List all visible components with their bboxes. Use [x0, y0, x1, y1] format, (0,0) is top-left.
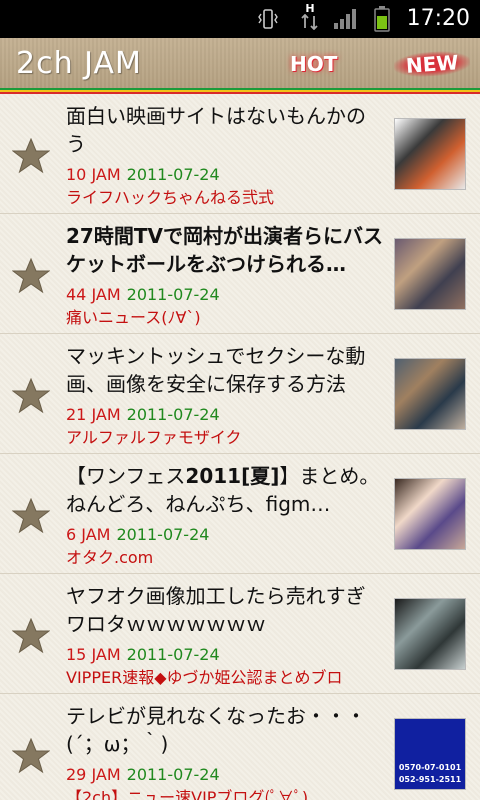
- article-date: 2011-07-24: [126, 645, 220, 664]
- article-meta: 6 JAM 2011-07-24: [66, 525, 209, 545]
- tab-hot[interactable]: HOT: [290, 52, 337, 76]
- article-meta: 15 JAM 2011-07-24: [66, 645, 220, 665]
- signal-icon: [334, 9, 356, 29]
- favorite-star-icon[interactable]: [12, 138, 50, 174]
- article-list[interactable]: 面白い映画サイトはないもんかのう 10 JAM 2011-07-24 ライフハックちゃ…: [0, 94, 480, 800]
- article-row[interactable]: テレビが見れなくなったお・・・(´；ω；｀) 29 JAM 2011-07-24 【2…: [0, 694, 480, 800]
- tab-new[interactable]: NEW: [393, 49, 472, 79]
- article-source[interactable]: 痛いニュース(ﾉ∀`): [66, 308, 384, 328]
- article-source[interactable]: VIPPER速報◆ゆづか姫公認まとめブロ: [66, 668, 384, 688]
- article-meta: 29 JAM 2011-07-24: [66, 765, 220, 785]
- article-thumbnail[interactable]: 0570-07-0101 052-951-2511: [394, 718, 466, 790]
- article-thumbnail[interactable]: [394, 118, 466, 190]
- article-title[interactable]: 27時間TVで岡村が出演者らにバスケットボールをぶつけられる…: [66, 222, 384, 278]
- article-meta: 21 JAM 2011-07-24: [66, 405, 220, 425]
- article-source[interactable]: アルファルファモザイク: [66, 428, 384, 448]
- favorite-star-icon[interactable]: [12, 738, 50, 774]
- article-row[interactable]: 27時間TVで岡村が出演者らにバスケットボールをぶつけられる… 44 JAM 201…: [0, 214, 480, 334]
- article-meta: 44 JAM 2011-07-24: [66, 285, 220, 305]
- article-row[interactable]: マッキントッシュでセクシーな動画、画像を安全に保存する方法 21 JAM 2011-…: [0, 334, 480, 454]
- article-title[interactable]: マッキントッシュでセクシーな動画、画像を安全に保存する方法: [66, 342, 384, 398]
- thumbnail-text: 052-951-2511: [398, 775, 462, 784]
- favorite-star-icon[interactable]: [12, 378, 50, 414]
- favorite-star-icon[interactable]: [12, 258, 50, 294]
- jam-count: 44 JAM: [66, 285, 121, 304]
- jam-count: 15 JAM: [66, 645, 121, 664]
- article-date: 2011-07-24: [126, 765, 220, 784]
- network-label: H: [305, 2, 315, 15]
- article-date: 2011-07-24: [126, 405, 220, 424]
- article-row[interactable]: ヤフオク画像加工したら売れすぎワロタｗｗｗｗｗｗｗ 15 JAM 2011-07-2…: [0, 574, 480, 694]
- jam-count: 10 JAM: [66, 165, 121, 184]
- article-row[interactable]: 面白い映画サイトはないもんかのう 10 JAM 2011-07-24 ライフハックちゃ…: [0, 94, 480, 214]
- status-bar: H 17:20: [0, 0, 480, 38]
- battery-icon: [374, 6, 390, 32]
- article-date: 2011-07-24: [126, 165, 220, 184]
- article-source[interactable]: 【2ch】ニュー速VIPブログ(ﾟ∀ﾟ): [66, 788, 384, 800]
- article-source[interactable]: ライフハックちゃんねる弐式: [66, 188, 384, 208]
- article-thumbnail[interactable]: [394, 478, 466, 550]
- article-row[interactable]: 【ワンフェス2011[夏]】まとめ。ねんどろ、ねんぷち、figm… 6 JAM 20…: [0, 454, 480, 574]
- article-title[interactable]: テレビが見れなくなったお・・・(´；ω；｀): [66, 702, 384, 758]
- thumbnail-text: 0570-07-0101: [398, 763, 462, 772]
- jam-count: 21 JAM: [66, 405, 121, 424]
- jam-count: 29 JAM: [66, 765, 121, 784]
- article-meta: 10 JAM 2011-07-24: [66, 165, 220, 185]
- article-source[interactable]: オタク.com: [66, 548, 384, 568]
- app-header: 2ch JAM HOT NEW: [0, 38, 480, 94]
- article-thumbnail[interactable]: [394, 358, 466, 430]
- vibrate-icon: [258, 9, 278, 29]
- article-title[interactable]: 面白い映画サイトはないもんかのう: [66, 102, 384, 158]
- ht-data-icon: H: [298, 2, 322, 32]
- article-thumbnail[interactable]: [394, 598, 466, 670]
- article-date: 2011-07-24: [126, 285, 220, 304]
- clock: 17:20: [406, 6, 470, 31]
- favorite-star-icon[interactable]: [12, 498, 50, 534]
- article-title[interactable]: ヤフオク画像加工したら売れすぎワロタｗｗｗｗｗｗｗ: [66, 582, 384, 638]
- favorite-star-icon[interactable]: [12, 618, 50, 654]
- article-thumbnail[interactable]: [394, 238, 466, 310]
- jam-count: 6 JAM: [66, 525, 111, 544]
- article-date: 2011-07-24: [116, 525, 210, 544]
- app-title: 2ch JAM: [16, 46, 142, 81]
- article-title[interactable]: 【ワンフェス2011[夏]】まとめ。ねんどろ、ねんぷち、figm…: [66, 462, 384, 518]
